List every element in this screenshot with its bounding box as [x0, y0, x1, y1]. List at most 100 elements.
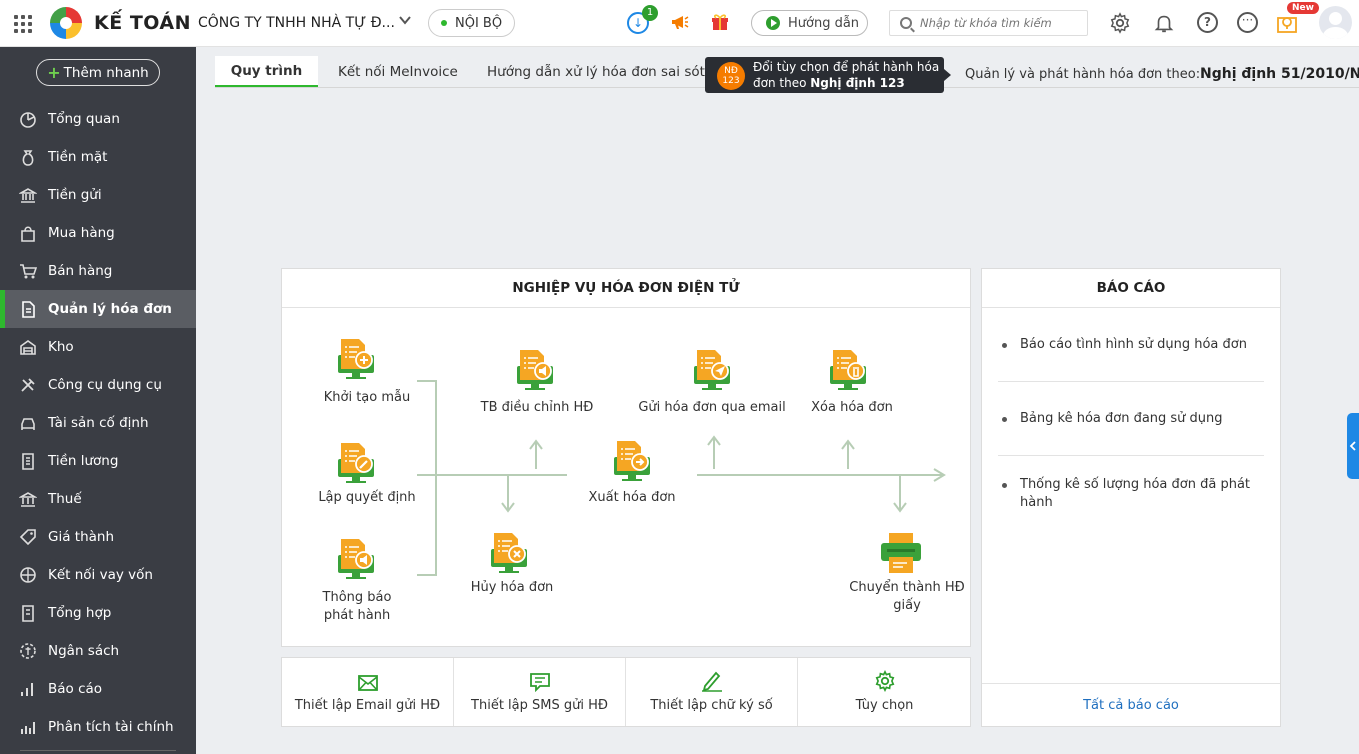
notice-label[interactable]: Thông báo phát hành [302, 589, 412, 625]
app-grid-icon[interactable] [14, 15, 32, 33]
issue-invoice-label[interactable]: Xuất hóa đơn [572, 489, 692, 507]
search-input[interactable] [920, 16, 1080, 30]
template-icon[interactable] [332, 337, 380, 381]
chevron-left-icon [1349, 441, 1356, 451]
sidebar-item-label: Thuế [48, 491, 82, 507]
reports-panel: BÁO CÁO Báo cáo tình hình sử dụng hóa đơ… [981, 268, 1281, 727]
create-template-label[interactable]: Khởi tạo mẫu [312, 389, 422, 407]
signature-icon [701, 671, 722, 692]
report-divider [998, 381, 1264, 382]
sidebar-item-car[interactable]: Tài sản cố định [0, 404, 196, 442]
sidebar-item-label: Tiền mặt [48, 149, 108, 165]
sidebar-item-payroll[interactable]: Tiền lương [0, 442, 196, 480]
collapse-handle[interactable] [1347, 413, 1359, 479]
sidebar-item-tax[interactable]: Thuế [0, 480, 196, 518]
issue-invoice-icon[interactable] [608, 439, 656, 483]
setting-label: Thiết lập SMS gửi HĐ [471, 698, 608, 713]
gear-icon[interactable] [1109, 12, 1131, 34]
sidebar-item-label: Ngân sách [48, 643, 120, 659]
warehouse-icon [18, 337, 38, 357]
report-divider [998, 455, 1264, 456]
sidebar-item-bar-chart[interactable]: Báo cáo [0, 670, 196, 708]
scope-label: NỘI BỘ [455, 15, 503, 31]
options-button[interactable]: Tùy chọn [798, 658, 971, 726]
chevron-down-icon[interactable] [398, 13, 412, 31]
search-icon [900, 17, 912, 29]
sms-icon [529, 673, 550, 692]
tab-error-guide[interactable]: Hướng dẫn xử lý hóa đơn sai sót [487, 56, 707, 88]
loan-icon [18, 565, 38, 585]
scope-selector[interactable]: NỘI BỘ [428, 9, 516, 37]
quick-add-label: Thêm nhanh [63, 64, 149, 81]
reports-title: BÁO CÁO [982, 269, 1280, 308]
payroll-icon [18, 451, 38, 471]
guide-button[interactable]: Hướng dẫn [751, 10, 868, 36]
sms-settings-button[interactable]: Thiết lập SMS gửi HĐ [454, 658, 626, 726]
decree-tooltip[interactable]: NĐ 123 Đổi tùy chọn để phát hành hóa đơn … [705, 57, 951, 93]
send-email-label[interactable]: Gửi hóa đơn qua email [637, 399, 787, 417]
company-name[interactable]: CÔNG TY TNHH NHÀ TỰ Đ... [198, 15, 395, 31]
sidebar-item-label: Tài sản cố định [48, 415, 149, 431]
gift-icon[interactable] [710, 11, 730, 31]
signature-settings-button[interactable]: Thiết lập chữ ký số [626, 658, 798, 726]
sidebar-item-bank[interactable]: Tiền gửi [0, 176, 196, 214]
tools-icon [18, 375, 38, 395]
search-box[interactable] [889, 10, 1088, 36]
sidebar-item-cart[interactable]: Bán hàng [0, 252, 196, 290]
megaphone-icon[interactable] [670, 12, 690, 37]
map-pin-icon[interactable] [1276, 12, 1298, 34]
sidebar-item-money-bag[interactable]: Tiền mặt [0, 138, 196, 176]
sidebar-item-pie-chart[interactable]: Tổng quan [0, 100, 196, 138]
setting-label: Thiết lập chữ ký số [650, 698, 773, 713]
sidebar-item-label: Tiền lương [48, 453, 119, 469]
brand-name: KẾ TOÁN [94, 12, 192, 34]
sidebar-item-budget[interactable]: Ngân sách [0, 632, 196, 670]
cancel-invoice-icon[interactable] [485, 531, 533, 575]
report-link-listing[interactable]: Bảng kê hóa đơn đang sử dụng [1002, 410, 1252, 428]
sidebar-item-invoice[interactable]: Quản lý hóa đơn [0, 290, 196, 328]
report-link-statistics[interactable]: Thống kê số lượng hóa đơn đã phát hành [1002, 476, 1252, 512]
misa-logo [50, 7, 82, 39]
convert-paper-label[interactable]: Chuyển thành HĐ giấy [842, 579, 972, 615]
sidebar-item-loan[interactable]: Kết nối vay vốn [0, 556, 196, 594]
tab-meinvoice[interactable]: Kết nối MeInvoice [338, 56, 478, 88]
pie-chart-icon [18, 109, 38, 129]
decision-icon[interactable] [332, 441, 380, 485]
bell-icon[interactable] [1153, 12, 1175, 34]
decree-label: Quản lý và phát hành hóa đơn theo: [965, 67, 1201, 82]
tooltip-line1: Đổi tùy chọn để phát hành hóa [753, 60, 940, 74]
badge-line2: 123 [722, 76, 740, 86]
sidebar-item-analysis[interactable]: Phân tích tài chính [0, 708, 196, 746]
decision-label[interactable]: Lập quyết định [312, 489, 422, 507]
tab-label: Quy trình [230, 62, 303, 79]
invoice-icon [18, 299, 38, 319]
budget-icon [18, 641, 38, 661]
decree-badge-icon: NĐ 123 [717, 62, 745, 90]
help-icon[interactable]: ? [1197, 12, 1218, 33]
adjust-notice-icon[interactable] [511, 348, 559, 392]
all-reports-link[interactable]: Tất cả báo cáo [982, 683, 1280, 727]
sidebar-item-summary[interactable]: Tổng hợp [0, 594, 196, 632]
notice-line1: Thông báo [322, 590, 392, 605]
send-email-icon[interactable] [688, 348, 736, 392]
sidebar-item-shopping-bag[interactable]: Mua hàng [0, 214, 196, 252]
quick-add-button[interactable]: + Thêm nhanh [36, 59, 160, 86]
tooltip-line2: đơn theo Nghị định 123 [753, 75, 944, 91]
delete-invoice-icon[interactable] [824, 348, 872, 392]
tab-process[interactable]: Quy trình [215, 56, 318, 88]
settings-strip: Thiết lập Email gửi HĐ Thiết lập SMS gửi… [281, 657, 971, 727]
more-icon[interactable]: ··· [1237, 12, 1258, 33]
sidebar-item-price-tag[interactable]: Giá thành [0, 518, 196, 556]
adjust-notice-label[interactable]: TB điều chỉnh HĐ [477, 399, 597, 417]
printer-icon[interactable] [877, 531, 925, 575]
cancel-invoice-label[interactable]: Hủy hóa đơn [452, 579, 572, 597]
avatar[interactable] [1319, 6, 1352, 39]
sidebar-item-label: Kết nối vay vốn [48, 567, 153, 583]
decree-value[interactable]: Nghị định 51/2010/NĐ-CP [1200, 66, 1359, 82]
notice-icon[interactable] [332, 537, 380, 581]
sidebar-item-warehouse[interactable]: Kho [0, 328, 196, 366]
report-link-usage[interactable]: Báo cáo tình hình sử dụng hóa đơn [1002, 336, 1252, 354]
sidebar-item-tools[interactable]: Công cụ dụng cụ [0, 366, 196, 404]
delete-invoice-label[interactable]: Xóa hóa đơn [792, 399, 912, 417]
email-settings-button[interactable]: Thiết lập Email gửi HĐ [282, 658, 454, 726]
